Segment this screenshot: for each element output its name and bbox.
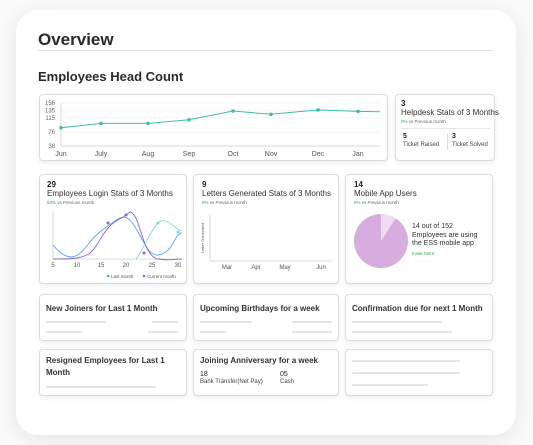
login-legend-last: Last month: [111, 274, 134, 279]
headcount-y-tick: 76: [48, 130, 55, 136]
placeholder-line: [352, 372, 460, 374]
mobile-summary-line2: Employees are using: [412, 231, 478, 239]
mobile-users-card[interactable]: 14 Mobile App Users 0% vs Previous month…: [345, 174, 493, 284]
headcount-y-tick: 156: [45, 101, 56, 107]
birthdays-card[interactable]: Upcoming Birthdays for a week: [193, 294, 339, 341]
cash-count: 05: [280, 371, 288, 378]
placeholder-line: [292, 321, 332, 323]
placeholder-line: [200, 331, 226, 333]
helpdesk-divider: [401, 128, 490, 129]
placeholder-line: [352, 321, 442, 323]
headcount-x-tick: Aug: [142, 151, 155, 158]
page-title: Overview: [38, 30, 114, 49]
bank-count: 18: [200, 371, 208, 378]
login-x-tick: 15: [98, 263, 105, 269]
solved-label: Ticket Solved: [452, 142, 488, 148]
resigned-card[interactable]: Resigned Employees for Last 1 Month: [39, 349, 187, 396]
placeholder-line: [352, 384, 428, 386]
placeholder-line: [46, 331, 82, 333]
raised-count: 5: [403, 133, 407, 140]
headcount-x-tick: Oct: [228, 151, 239, 158]
headcount-line-chart: 156 135115 76 38Jun July Aug Sep Oct Nov Dec Jan: [45, 101, 381, 158]
login-legend-marker-current: [142, 274, 146, 278]
letters-x-tick: May: [279, 265, 290, 271]
login-point: [124, 213, 128, 217]
bank-label: Bank Transfer(Net Pay): [200, 379, 263, 385]
confirmation-title: Confirmation due for next 1 Month: [352, 304, 483, 313]
placeholder-line: [46, 321, 106, 323]
login-point: [156, 221, 160, 225]
anniversary-title: Joining Anniversary for a week: [200, 356, 318, 365]
login-x-tick: 30: [175, 263, 182, 269]
placeholder-line: [352, 331, 452, 333]
headcount-x-tick: Sep: [183, 151, 196, 158]
headcount-point: [231, 109, 235, 113]
helpdesk-change: 0% vs Previous month: [401, 119, 446, 124]
login-point: [142, 251, 146, 255]
headcount-x-tick: Jan: [352, 151, 363, 158]
letters-card[interactable]: 9 Letters Generated Stats of 3 Months 0%…: [193, 174, 339, 284]
letters-y-label: Letter Generated: [200, 223, 205, 253]
title-divider: [38, 50, 493, 51]
new-joiners-title: New Joiners for Last 1 Month: [46, 304, 158, 313]
letters-x-tick: Mar: [222, 265, 232, 271]
headcount-point: [59, 125, 63, 130]
login-series-last-month: [52, 216, 183, 258]
helpdesk-split: [447, 134, 448, 150]
raised-label: Ticket Raised: [403, 142, 440, 148]
placeholder-line: [46, 386, 156, 388]
mobile-summary: 14 out of 152 Employees are using the ES…: [412, 223, 477, 249]
solved-count: 3: [452, 133, 456, 140]
cash-label: Cash: [280, 379, 295, 385]
blank-card[interactable]: [345, 349, 493, 396]
headcount-x-tick: Jun: [55, 151, 66, 158]
placeholder-line: [152, 321, 178, 323]
birthdays-title: Upcoming Birthdays for a week: [200, 304, 320, 313]
login-x-tick: 20: [123, 263, 130, 269]
login-x-tick: 25: [149, 263, 156, 269]
headcount-point: [356, 109, 360, 114]
headcount-point: [146, 121, 150, 126]
mobile-summary-line1: 14 out of 152: [412, 223, 453, 230]
headcount-point: [187, 117, 191, 122]
login-x-tick: 5: [51, 263, 55, 269]
confirmation-card[interactable]: Confirmation due for next 1 Month: [345, 294, 493, 341]
headcount-point: [99, 121, 103, 126]
login-stats-card[interactable]: 29 Employees Login Stats of 3 Months 53%…: [39, 174, 187, 284]
letters-x-tick: Apr: [251, 265, 260, 271]
headcount-card[interactable]: 156 135 115 76 38 Jun July Aug Sep Oct Nov Dec Jan: [39, 94, 388, 161]
placeholder-line: [292, 331, 332, 333]
helpdesk-title: Helpdesk Stats of 3 Months: [401, 108, 499, 117]
letters-chart: Letter Generated Mar Apr May Jun: [200, 215, 332, 271]
login-x-tick: 10: [74, 263, 81, 269]
helpdesk-change-text: vs Previous month: [408, 119, 446, 124]
login-legend-marker-last: [106, 274, 110, 278]
helpdesk-card[interactable]: 3 Helpdesk Stats of 3 Months 0% vs Previ…: [395, 94, 499, 161]
placeholder-line: [352, 360, 460, 362]
placeholder-line: [200, 321, 252, 323]
letters-x-tick: Jun: [316, 265, 326, 271]
headcount-section-title: Employees Head Count: [38, 69, 184, 84]
headcount-x-tick: July: [95, 151, 108, 158]
login-legend-current: Current month: [147, 274, 176, 279]
headcount-x-tick: Nov: [265, 151, 278, 158]
headcount-y-tick: 115: [45, 116, 55, 122]
headcount-y-tick: 38: [48, 144, 55, 150]
anniversary-card[interactable]: Joining Anniversary for a week 18 Bank T…: [193, 349, 339, 396]
login-point: [106, 221, 110, 225]
helpdesk-change-pct: 0%: [401, 119, 408, 124]
invite-more-link[interactable]: Invite More: [412, 251, 434, 256]
login-line-chart: 5 10 15 20 25 30 Last month Current month: [51, 211, 183, 279]
new-joiners-card[interactable]: New Joiners for Last 1 Month: [39, 294, 187, 341]
placeholder-line: [148, 331, 178, 333]
headcount-y-tick: 135: [45, 109, 56, 115]
login-point: [176, 230, 180, 234]
headcount-point: [269, 112, 273, 117]
headcount-x-tick: Dec: [312, 151, 325, 158]
mobile-summary-line3: the ESS mobile app: [412, 240, 474, 247]
headcount-series-line: [60, 109, 381, 129]
headcount-point: [316, 108, 320, 112]
resigned-title: Resigned Employees for Last 1 Month: [46, 356, 165, 377]
helpdesk-count: 3: [401, 99, 406, 108]
